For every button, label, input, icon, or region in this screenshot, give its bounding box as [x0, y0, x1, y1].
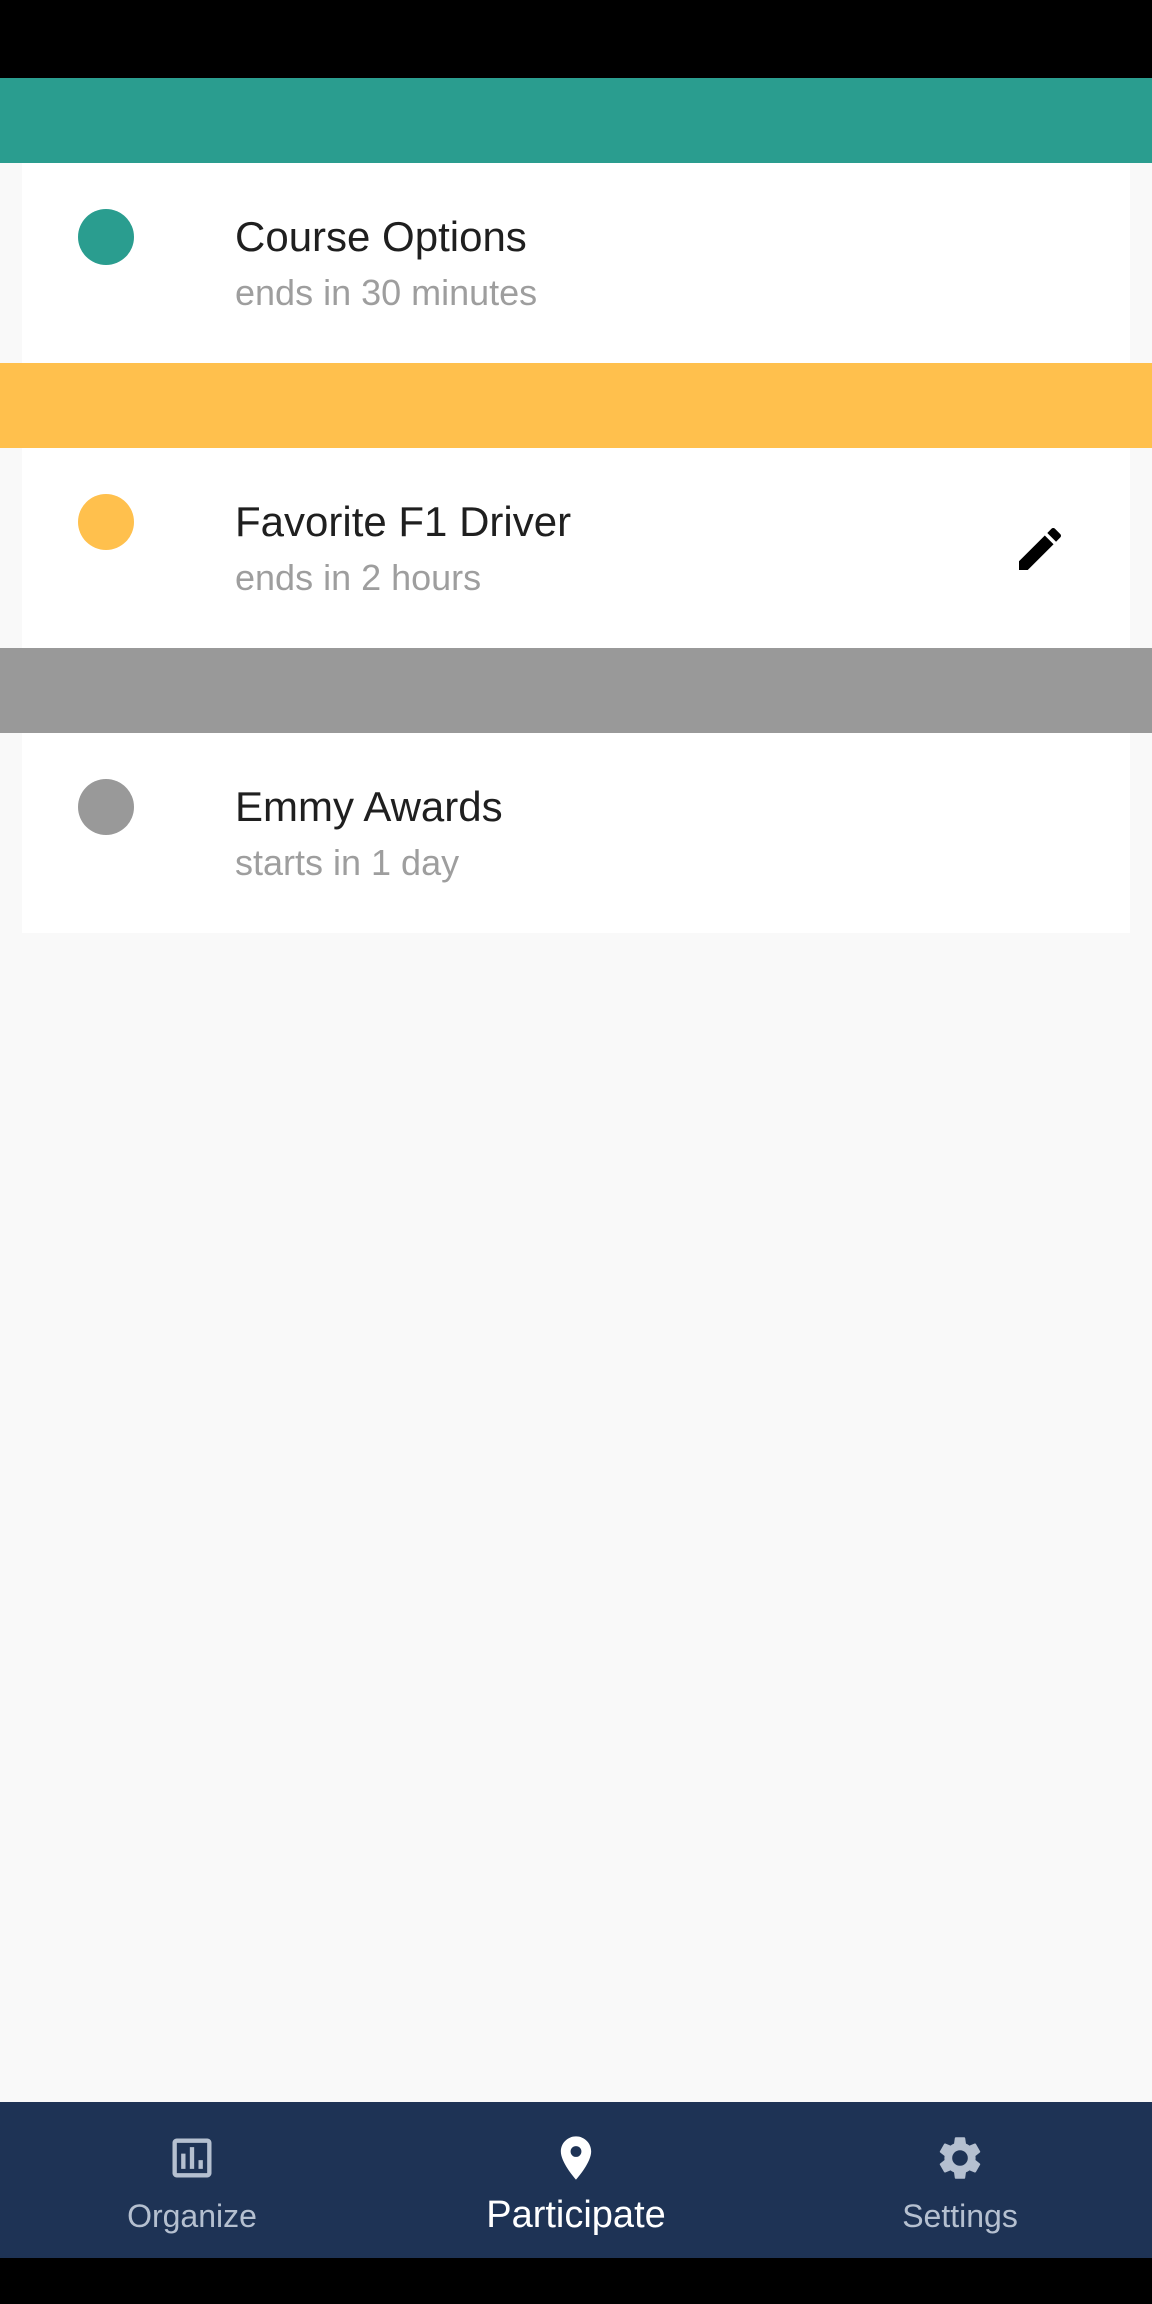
poll-header — [0, 648, 1152, 733]
nav-item-participate[interactable]: Participate — [384, 2102, 768, 2258]
poll-time-status: ends in 30 minutes — [235, 272, 538, 313]
nav-item-settings[interactable]: Settings — [768, 2102, 1152, 2258]
status-bar — [0, 0, 1152, 78]
bottom-navigation: Organize Participate Settings — [0, 2102, 1152, 2258]
nav-label: Settings — [902, 2198, 1018, 2234]
nav-item-organize[interactable]: Organize — [0, 2102, 384, 2258]
location-pin-icon — [548, 2130, 604, 2186]
status-dot — [78, 779, 134, 835]
poll-header — [0, 363, 1152, 448]
pencil-icon — [1019, 527, 1062, 570]
poll-card[interactable]: Course Options ends in 30 minutes — [22, 163, 1130, 363]
poll-title: Favorite F1 Driver — [235, 498, 572, 545]
edit-button[interactable] — [1004, 513, 1076, 585]
poll-group-course-options: Course Options ends in 30 minutes — [0, 78, 1152, 363]
nav-label: Participate — [486, 2194, 666, 2236]
status-dot — [78, 209, 134, 265]
poll-list: Course Options ends in 30 minutes Favori… — [0, 78, 1152, 933]
bar-chart-icon — [164, 2130, 220, 2186]
poll-title: Course Options — [235, 213, 527, 260]
poll-time-status: starts in 1 day — [235, 842, 460, 883]
system-navigation-bar — [0, 2258, 1152, 2304]
poll-title: Emmy Awards — [235, 783, 503, 830]
poll-group-emmy-awards: Emmy Awards starts in 1 day — [0, 648, 1152, 933]
poll-card[interactable]: Emmy Awards starts in 1 day — [22, 733, 1130, 933]
poll-time-status: ends in 2 hours — [235, 557, 482, 598]
poll-card[interactable]: Favorite F1 Driver ends in 2 hours — [22, 448, 1130, 648]
poll-header — [0, 78, 1152, 163]
poll-group-favorite-f1-driver: Favorite F1 Driver ends in 2 hours — [0, 363, 1152, 648]
gear-icon — [932, 2130, 988, 2186]
status-dot — [78, 494, 134, 550]
nav-label: Organize — [127, 2198, 257, 2234]
